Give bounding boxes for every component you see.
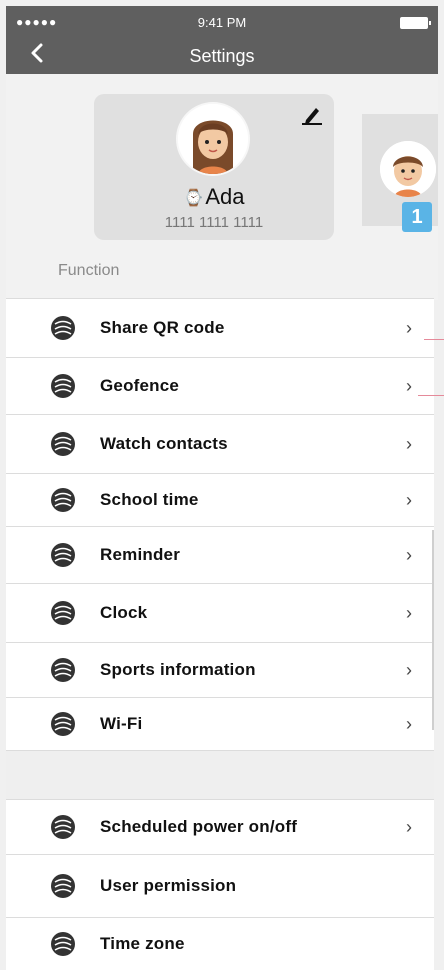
menu-item-label: Reminder (100, 545, 181, 564)
menu-item-share-qr-code[interactable]: Share QR code › (6, 298, 434, 357)
menu-item-label: Wi-Fi (100, 714, 143, 733)
chevron-right-icon: › (406, 816, 412, 837)
edit-pencil-icon[interactable] (300, 104, 324, 126)
swirl-icon (51, 543, 75, 567)
menu-item-label: Time zone (100, 934, 185, 953)
swirl-icon (51, 932, 75, 956)
menu-item-wi-fi[interactable]: Wi-Fi › (6, 697, 434, 750)
menu-item-sports-information[interactable]: Sports information › (6, 642, 434, 697)
annotation-line (424, 339, 444, 340)
menu-item-time-zone[interactable]: Time zone (6, 917, 434, 970)
menu-item-label: Geofence (100, 376, 180, 395)
menu-item-label: Watch contacts (100, 434, 228, 453)
navigation-bar: ●●●●● 9:41 PM Settings (6, 6, 438, 74)
scrollbar[interactable] (432, 530, 434, 730)
device-card-secondary[interactable]: 1 (362, 114, 438, 232)
device-profile-area: ⌚Ada 1111 1111 1111 1 Function (6, 74, 438, 300)
menu-item-label: Share QR code (100, 318, 225, 337)
menu-item-label: School time (100, 490, 199, 509)
chevron-right-icon: › (406, 489, 412, 510)
chevron-right-icon: › (406, 317, 412, 338)
page-title: Settings (189, 46, 255, 66)
menu-item-label: User permission (100, 876, 237, 895)
swirl-icon (51, 374, 75, 398)
boy-avatar-icon (380, 141, 436, 197)
swirl-icon (51, 488, 75, 512)
menu-item-scheduled-power[interactable]: Scheduled power on/off › (6, 799, 434, 854)
chevron-right-icon: › (406, 544, 412, 565)
menu-item-watch-contacts[interactable]: Watch contacts › (6, 414, 434, 473)
status-time: 9:41 PM (197, 15, 247, 30)
device-count-badge: 1 (402, 202, 432, 232)
chevron-right-icon: › (406, 713, 412, 734)
swirl-icon (51, 432, 75, 456)
swirl-icon (51, 658, 75, 682)
swirl-icon (51, 815, 75, 839)
menu-item-clock[interactable]: Clock › (6, 583, 434, 642)
annotation-line (418, 395, 444, 396)
battery-icon (400, 17, 431, 29)
swirl-icon (51, 712, 75, 736)
device-name: Ada (205, 184, 245, 209)
device-name-row: ⌚Ada (94, 184, 334, 210)
avatar (178, 104, 248, 174)
group-divider (6, 750, 434, 799)
menu-item-label: Clock (100, 603, 148, 622)
chevron-right-icon: › (406, 659, 412, 680)
menu-item-school-time[interactable]: School time › (6, 473, 434, 526)
chevron-right-icon: › (406, 375, 412, 396)
menu-item-label: Scheduled power on/off (100, 817, 298, 836)
section-label-function: Function (58, 262, 120, 279)
menu-item-reminder[interactable]: Reminder › (6, 526, 434, 583)
device-number: 1111 1111 1111 (164, 214, 264, 231)
menu-item-geofence[interactable]: Geofence › (6, 357, 434, 414)
swirl-icon (51, 874, 75, 898)
chevron-right-icon: › (406, 433, 412, 454)
menu-item-user-permission[interactable]: User permission (6, 854, 434, 917)
device-card-ada[interactable]: ⌚Ada 1111 1111 1111 (94, 94, 334, 240)
function-menu-list: Share QR code › Geofence › Watch contact… (6, 298, 434, 970)
watch-icon: ⌚ (183, 190, 204, 207)
chevron-right-icon: › (406, 602, 412, 623)
girl-avatar-icon (178, 104, 248, 174)
swirl-icon (51, 601, 75, 625)
swirl-icon (51, 316, 75, 340)
menu-item-label: Sports information (100, 660, 256, 679)
